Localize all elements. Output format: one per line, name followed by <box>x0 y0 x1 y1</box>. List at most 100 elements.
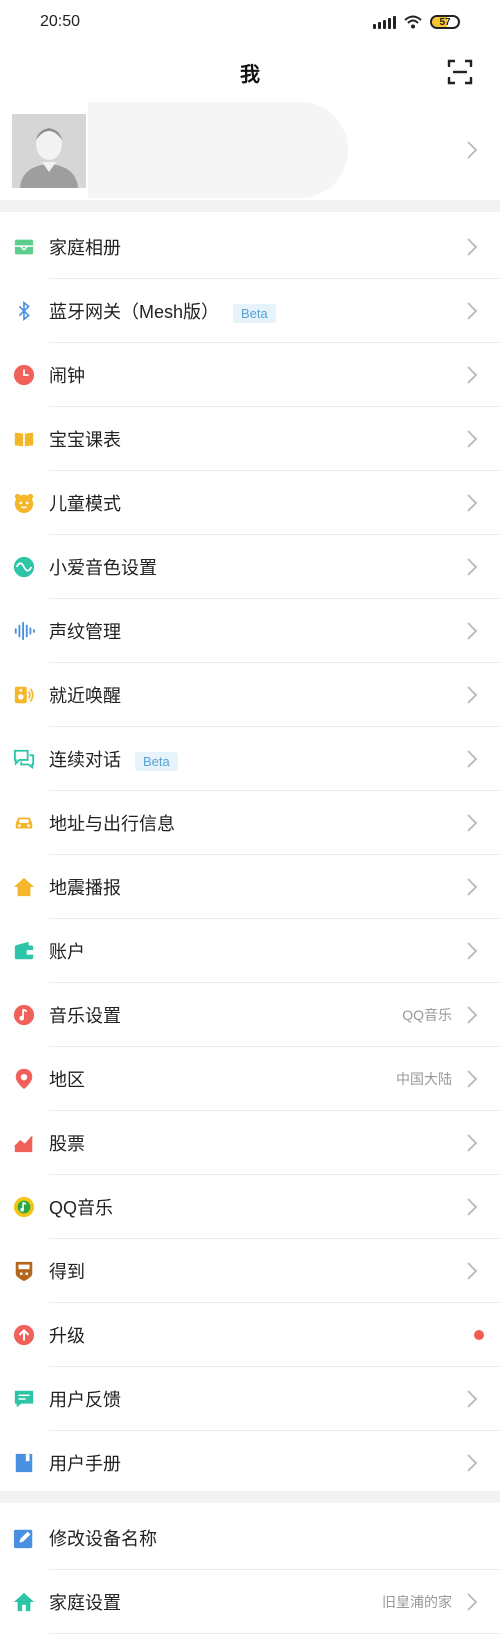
profile-card[interactable] <box>0 102 500 198</box>
status-icons: 57 <box>373 15 460 29</box>
menu-item[interactable]: 就近唤醒 <box>0 663 500 727</box>
menu-item-text: 就近唤醒 <box>49 686 121 706</box>
menu-item-text: 声纹管理 <box>49 622 121 642</box>
menu-item-text: 修改设备名称 <box>49 1529 157 1549</box>
wave-icon <box>12 555 36 579</box>
stock-chart-icon <box>12 1131 36 1155</box>
page-title: 我 <box>240 63 260 86</box>
upgrade-icon <box>12 1323 36 1347</box>
menu-item[interactable]: 音乐设置 QQ音乐 <box>0 983 500 1047</box>
beta-badge: Beta <box>135 751 178 771</box>
wallet-icon <box>12 939 36 963</box>
dedao-icon <box>12 1259 36 1283</box>
menu-item-label: 音乐设置 <box>49 1002 121 1028</box>
menu-item[interactable]: 闹钟 <box>0 343 500 407</box>
scan-icon[interactable] <box>446 58 474 86</box>
menu-item-value: 中国大陆 <box>396 1071 452 1087</box>
chevron-right-icon <box>467 814 478 832</box>
chevron-right-icon <box>467 430 478 448</box>
chevron-right-icon <box>467 750 478 768</box>
menu-item-label: 小爱音色设置 <box>49 554 157 580</box>
menu-item[interactable]: 声纹管理 <box>0 599 500 663</box>
menu-item[interactable]: 蓝牙网关（Mesh版） Beta <box>0 279 500 343</box>
menu-item-text: 家庭设置 <box>49 1593 121 1613</box>
menu-item-label: 用户反馈 <box>49 1386 121 1412</box>
menu-item-label: 得到 <box>49 1258 85 1284</box>
home-icon <box>12 1590 36 1614</box>
menu-item-label: 儿童模式 <box>49 490 121 516</box>
house-icon <box>12 875 36 899</box>
edit-icon <box>12 1526 36 1550</box>
menu-item-value: 旧皇浦的家 <box>382 1594 452 1610</box>
menu-item[interactable]: 升级 <box>0 1303 500 1367</box>
feedback-icon <box>12 1387 36 1411</box>
menu-item-text: 小爱音色设置 <box>49 558 157 578</box>
menu-item[interactable]: 地震播报 <box>0 855 500 919</box>
menu-item[interactable]: 用户反馈 <box>0 1367 500 1431</box>
menu-item[interactable]: 宝宝课表 <box>0 407 500 471</box>
menu-item[interactable]: 家庭相册 <box>0 215 500 279</box>
notification-dot <box>474 1330 484 1340</box>
menu-item[interactable]: 连续对话 Beta <box>0 727 500 791</box>
menu-item-label: 地区 <box>49 1066 85 1092</box>
chevron-right-icon <box>467 1006 478 1024</box>
menu-item-label: 声纹管理 <box>49 618 121 644</box>
menu-item-label: 家庭设置 <box>49 1589 121 1615</box>
menu-item[interactable]: 得到 <box>0 1239 500 1303</box>
chevron-right-icon <box>467 942 478 960</box>
menu-item-label: 股票 <box>49 1130 85 1156</box>
chevron-right-icon <box>467 1593 478 1611</box>
speaker-icon <box>12 683 36 707</box>
chevron-right-icon <box>467 1262 478 1280</box>
menu-item[interactable]: 账户 <box>0 919 500 983</box>
chevron-right-icon <box>467 878 478 896</box>
avatar <box>12 114 86 188</box>
chevron-right-icon <box>467 1390 478 1408</box>
menu-item-text: 音乐设置 <box>49 1006 121 1026</box>
music-note-icon <box>12 1003 36 1027</box>
menu-item[interactable]: 儿童模式 <box>0 471 500 535</box>
menu-item-text: 闹钟 <box>49 366 85 386</box>
car-icon <box>12 811 36 835</box>
menu-item[interactable]: 家庭设置 旧皇浦的家 <box>0 1570 500 1634</box>
location-pin-icon <box>12 1067 36 1091</box>
chat-icon <box>12 747 36 771</box>
signal-icon <box>373 15 396 29</box>
menu-item-text: QQ音乐 <box>49 1198 114 1218</box>
chevron-right-icon <box>467 558 478 576</box>
menu-item-text: 地震播报 <box>49 878 121 898</box>
chevron-right-icon <box>467 1134 478 1152</box>
menu-item-label: 账户 <box>49 938 85 964</box>
menu-item[interactable]: 用户手册 <box>0 1431 500 1495</box>
menu-item-label: 用户手册 <box>49 1450 121 1476</box>
bluetooth-icon <box>12 299 36 323</box>
menu-item-label: 蓝牙网关（Mesh版） Beta <box>49 298 276 324</box>
chevron-right-icon <box>467 366 478 384</box>
menu-item-label: 就近唤醒 <box>49 682 121 708</box>
menu-item-label: 连续对话 Beta <box>49 746 178 772</box>
menu-item-text: 股票 <box>49 1134 85 1154</box>
menu-item[interactable]: 地区 中国大陆 <box>0 1047 500 1111</box>
menu-item-label: 地址与出行信息 <box>49 810 175 836</box>
profile-name-redacted <box>88 102 348 198</box>
chevron-right-icon <box>467 686 478 704</box>
menu-item-text: 连续对话 <box>49 750 121 770</box>
menu-item[interactable]: 地址与出行信息 <box>0 791 500 855</box>
status-time: 20:50 <box>40 13 81 30</box>
clock-icon <box>12 363 36 387</box>
menu-item[interactable]: 股票 <box>0 1111 500 1175</box>
book-icon <box>12 427 36 451</box>
menu-item[interactable]: 修改设备名称 <box>0 1506 500 1570</box>
child-face-icon <box>12 491 36 515</box>
manual-icon <box>12 1451 36 1475</box>
chevron-right-icon <box>467 622 478 640</box>
menu-item-text: 家庭相册 <box>49 238 121 258</box>
menu-item-label: 升级 <box>49 1322 85 1348</box>
status-bar: 20:50 57 <box>0 0 500 44</box>
menu-item[interactable]: 小爱音色设置 <box>0 535 500 599</box>
menu-item-value: QQ音乐 <box>402 1007 452 1023</box>
menu-item[interactable]: QQ音乐 <box>0 1175 500 1239</box>
menu-item-label: 闹钟 <box>49 362 85 388</box>
menu-item-text: 升级 <box>49 1326 85 1346</box>
menu-item-text: 得到 <box>49 1262 85 1282</box>
